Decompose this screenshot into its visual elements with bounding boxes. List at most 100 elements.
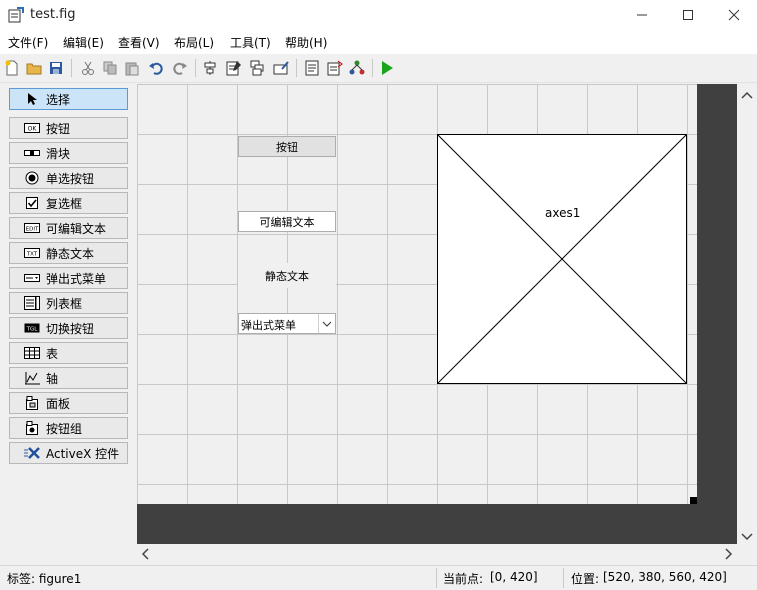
palette-label: 按钮组: [46, 421, 83, 436]
layout-canvas[interactable]: 按钮 可编辑文本 静态文本 弹出式菜单 axes1: [137, 84, 697, 504]
open-folder-icon[interactable]: [24, 58, 44, 78]
toolbar-separator: [296, 59, 297, 77]
panel-icon: [24, 396, 40, 410]
activex-icon: [24, 446, 40, 460]
maximize-button[interactable]: [665, 0, 711, 30]
menu-view[interactable]: 查看(V): [118, 34, 160, 51]
status-tag: 标签: figure1: [7, 572, 82, 586]
redo-icon[interactable]: [170, 58, 190, 78]
palette-label: 复选框: [46, 196, 83, 211]
palette-label: 弹出式菜单: [46, 271, 107, 286]
pushbutton-icon: OK: [24, 121, 40, 135]
toolbar-separator: [195, 59, 196, 77]
chevron-up-icon[interactable]: [741, 88, 753, 102]
palette-button-group[interactable]: 按钮组: [9, 417, 128, 439]
checkbox-icon: [24, 196, 40, 210]
palette-table[interactable]: 表: [9, 342, 128, 364]
chevron-right-icon[interactable]: [725, 548, 733, 563]
palette-label: 滑块: [46, 146, 71, 161]
popup-value: 弹出式菜单: [241, 319, 296, 332]
palette-activex[interactable]: ActiveX 控件: [9, 442, 128, 464]
palette-edit-text[interactable]: EDIT 可编辑文本: [9, 217, 128, 239]
vertical-scrollbar[interactable]: [737, 84, 757, 544]
new-file-icon[interactable]: [2, 58, 22, 78]
menu-help[interactable]: 帮助(H): [285, 34, 327, 51]
palette-panel[interactable]: 面板: [9, 392, 128, 414]
menu-bar: 文件(F) 编辑(E) 查看(V) 布局(L) 工具(T) 帮助(H): [0, 30, 757, 54]
minimize-button[interactable]: [619, 0, 665, 30]
figure-outside-area: [697, 84, 737, 544]
svg-text:EDIT: EDIT: [26, 227, 39, 233]
menu-edit[interactable]: 编辑(E): [63, 34, 104, 51]
svg-text:OK: OK: [28, 126, 38, 133]
chevron-down-icon[interactable]: [741, 530, 753, 544]
table-icon: [24, 346, 40, 360]
palette-label: 选择: [46, 92, 71, 107]
slider-icon: [24, 146, 40, 160]
status-separator: [563, 568, 564, 588]
paste-icon[interactable]: [122, 58, 142, 78]
button-group-icon: [24, 421, 40, 435]
axes-icon: [24, 371, 40, 385]
menu-layout[interactable]: 布局(L): [174, 34, 214, 51]
palette-axes[interactable]: 轴: [9, 367, 128, 389]
palette-checkbox[interactable]: 复选框: [9, 192, 128, 214]
edit-text-icon: EDIT: [24, 221, 40, 235]
chevron-left-icon[interactable]: [141, 548, 149, 563]
cut-icon[interactable]: [78, 58, 98, 78]
status-separator: [436, 568, 437, 588]
editor-icon[interactable]: [302, 58, 322, 78]
canvas-axes[interactable]: axes1: [437, 134, 687, 384]
palette-static-text[interactable]: TXT 静态文本: [9, 242, 128, 264]
canvas-popup-menu[interactable]: 弹出式菜单: [238, 313, 336, 334]
palette-popup-menu[interactable]: 弹出式菜单: [9, 267, 128, 289]
radio-button-icon: [24, 171, 40, 185]
palette-toggle-button[interactable]: TGL 切换按钮: [9, 317, 128, 339]
tab-order-icon[interactable]: [248, 58, 268, 78]
figure-resize-handle[interactable]: [690, 497, 697, 504]
undo-icon[interactable]: [146, 58, 166, 78]
current-point-value: [0, 420]: [490, 570, 538, 584]
matlab-figure-icon: [8, 7, 24, 23]
palette-label: 表: [46, 346, 59, 361]
palette-label: 面板: [46, 396, 71, 411]
align-objects-icon[interactable]: [200, 58, 220, 78]
popup-menu-icon: [24, 271, 40, 285]
current-point-label: 当前点:: [443, 572, 484, 586]
svg-text:TXT: TXT: [26, 252, 38, 258]
palette-listbox[interactable]: 列表框: [9, 292, 128, 314]
palette-label: 按钮: [46, 121, 71, 136]
axes-placeholder-cross: [438, 135, 686, 383]
window-title: test.fig: [30, 7, 76, 22]
palette-pushbutton[interactable]: OK 按钮: [9, 117, 128, 139]
palette-select[interactable]: 选择: [9, 88, 128, 110]
canvas-pushbutton[interactable]: 按钮: [238, 136, 336, 157]
close-button[interactable]: [711, 0, 757, 30]
palette-label: 切换按钮: [46, 321, 95, 336]
palette-label: ActiveX 控件: [46, 446, 120, 461]
menu-file[interactable]: 文件(F): [8, 34, 48, 51]
object-browser-icon[interactable]: [347, 58, 367, 78]
palette-radio[interactable]: 单选按钮: [9, 167, 128, 189]
run-icon[interactable]: [377, 58, 397, 78]
title-bar: test.fig: [0, 0, 757, 30]
property-inspector-icon[interactable]: [325, 58, 345, 78]
toolbar-editor-icon[interactable]: [271, 58, 291, 78]
menu-tools[interactable]: 工具(T): [230, 34, 271, 51]
palette-slider[interactable]: 滑块: [9, 142, 128, 164]
palette-label: 列表框: [46, 296, 83, 311]
axes-tag-label: axes1: [545, 206, 581, 220]
position-value: [520, 380, 560, 420]: [603, 570, 727, 584]
toolbar-separator: [71, 59, 72, 77]
save-icon[interactable]: [46, 58, 66, 78]
figure-outside-area: [137, 504, 697, 544]
position-label: 位置:: [571, 572, 600, 586]
palette-label: 可编辑文本: [46, 221, 107, 236]
toolbar-separator: [372, 59, 373, 77]
copy-icon[interactable]: [100, 58, 120, 78]
toggle-button-icon: TGL: [24, 321, 40, 335]
menu-editor-icon[interactable]: [224, 58, 244, 78]
canvas-edit-text[interactable]: 可编辑文本: [238, 211, 336, 232]
horizontal-scrollbar[interactable]: [137, 544, 737, 564]
canvas-static-text[interactable]: 静态文本: [238, 263, 336, 288]
